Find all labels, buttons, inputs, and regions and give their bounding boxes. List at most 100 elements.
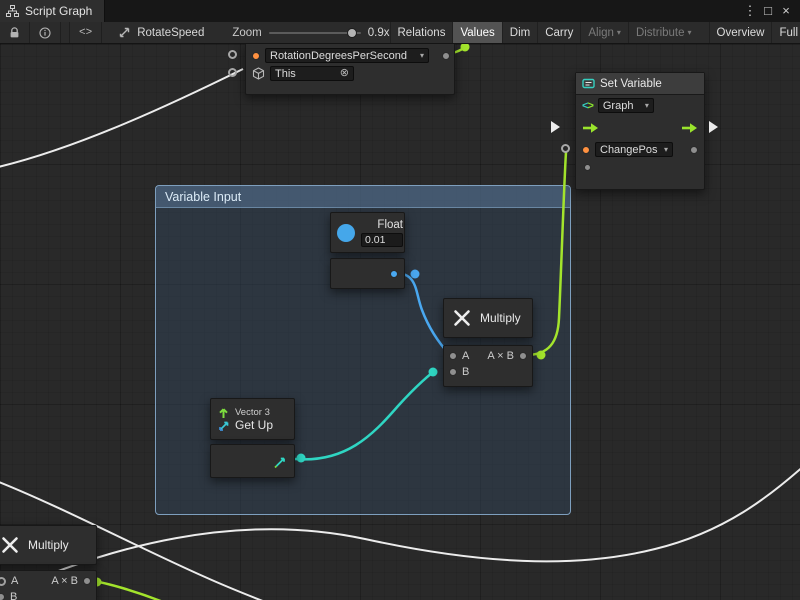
object-picker-icon[interactable]: ⊗ bbox=[340, 68, 349, 79]
carry-button[interactable]: Carry bbox=[537, 22, 580, 43]
node-title: Set Variable bbox=[600, 78, 662, 90]
float-literal-node[interactable]: Float 0.01 bbox=[330, 212, 405, 253]
multiply-icon bbox=[0, 535, 20, 555]
port-row: A A × B bbox=[449, 348, 527, 364]
port-label-b: B bbox=[462, 366, 469, 378]
graph-pointer-icon bbox=[118, 26, 131, 39]
float-node-port-section[interactable] bbox=[330, 258, 405, 289]
toolbar-buttons: Relations Values Dim Carry Align▾ Distri… bbox=[390, 22, 800, 43]
multiply-node-header[interactable]: Multiply bbox=[443, 298, 533, 338]
flow-in-arrow-icon[interactable] bbox=[582, 122, 599, 134]
value-input-port[interactable] bbox=[584, 164, 591, 171]
value-output-port[interactable] bbox=[690, 146, 698, 154]
close-icon[interactable]: × bbox=[778, 1, 794, 21]
multiply-node-2-header[interactable]: Multiply bbox=[0, 525, 97, 565]
dropdown-caret-icon: ▾ bbox=[617, 28, 621, 37]
group-title: Variable Input bbox=[165, 190, 241, 204]
wire-knob bbox=[461, 44, 470, 52]
value-input-row bbox=[576, 159, 704, 175]
node-type-label: Vector 3 bbox=[235, 407, 273, 418]
info-icon bbox=[39, 27, 51, 39]
port-label-result: A × B bbox=[51, 575, 78, 587]
variables-icon: <> bbox=[582, 100, 593, 112]
kebab-menu-icon[interactable]: ⋮ bbox=[742, 1, 758, 21]
vector3-axes-icon bbox=[217, 420, 230, 433]
scope-dropdown[interactable]: Graph ▾ bbox=[598, 98, 654, 113]
dropdown-caret-icon: ▾ bbox=[416, 51, 424, 60]
up-arrow-icon bbox=[217, 406, 230, 419]
input-port-ring[interactable] bbox=[561, 144, 570, 153]
set-variable-node[interactable]: Set Variable <> Graph ▾ ChangePos ▾ bbox=[575, 72, 705, 190]
target-object-field[interactable]: This ⊗ bbox=[270, 66, 354, 81]
code-preview-button[interactable]: <> bbox=[69, 22, 102, 43]
target-row: This ⊗ bbox=[252, 66, 450, 81]
float-value-field[interactable]: 0.01 bbox=[361, 233, 403, 247]
vector3-node-port-section[interactable] bbox=[210, 444, 295, 478]
maximize-icon[interactable]: □ bbox=[760, 1, 776, 21]
flow-out-arrow-icon[interactable] bbox=[681, 122, 698, 134]
node-title: Float bbox=[377, 219, 403, 231]
dim-button[interactable]: Dim bbox=[502, 22, 537, 43]
multiply-icon bbox=[452, 308, 472, 328]
variable-port[interactable] bbox=[252, 52, 260, 60]
zoom-value: 0.9x bbox=[368, 27, 390, 39]
toolbar: <> RotateSpeed Zoom 0.9x Relations Value… bbox=[0, 22, 800, 44]
port-label-a: A bbox=[11, 575, 18, 587]
dropdown-caret-icon: ▾ bbox=[641, 101, 649, 110]
set-variable-icon bbox=[582, 77, 595, 90]
wire-green-bottom bbox=[88, 580, 190, 600]
input-port-b[interactable] bbox=[449, 368, 457, 376]
input-port-a[interactable] bbox=[0, 577, 6, 586]
graph-name-label: RotateSpeed bbox=[137, 27, 204, 39]
flow-input-connector[interactable] bbox=[551, 121, 560, 133]
port-row: B bbox=[0, 589, 91, 600]
value-output-port[interactable] bbox=[442, 52, 450, 60]
values-button[interactable]: Values bbox=[452, 22, 501, 43]
variable-port[interactable] bbox=[582, 146, 590, 154]
flow-row bbox=[576, 116, 704, 140]
output-port-result[interactable] bbox=[83, 577, 91, 585]
window-controls: ⋮ □ × bbox=[742, 1, 800, 21]
multiply-node-ports[interactable]: A A × B B bbox=[443, 345, 533, 387]
input-port-a[interactable] bbox=[449, 352, 457, 360]
port-label-b: B bbox=[10, 591, 17, 600]
multiply-node-2-ports[interactable]: A A × B B bbox=[0, 570, 97, 600]
variable-row: RotationDegreesPerSecond ▾ bbox=[252, 48, 450, 63]
vector3-get-up-node[interactable]: Vector 3 Get Up bbox=[210, 398, 295, 440]
variable-name-dropdown[interactable]: RotationDegreesPerSecond ▾ bbox=[265, 48, 429, 63]
graph-canvas[interactable]: Variable Input RotationDegreesPerSecond … bbox=[0, 44, 800, 600]
tab-title: Script Graph bbox=[25, 4, 92, 18]
vector3-output-port-icon[interactable] bbox=[273, 455, 287, 469]
input-port-ring[interactable] bbox=[228, 68, 237, 77]
node-title: Get Up bbox=[235, 418, 273, 432]
cube-icon bbox=[252, 67, 265, 80]
port-row: A A × B bbox=[0, 573, 91, 589]
dropdown-caret-icon: ▾ bbox=[660, 145, 668, 154]
output-port-result[interactable] bbox=[519, 352, 527, 360]
align-button[interactable]: Align▾ bbox=[580, 22, 628, 43]
lock-icon bbox=[9, 27, 20, 39]
float-output-port[interactable] bbox=[390, 270, 398, 278]
flow-output-connector[interactable] bbox=[709, 121, 718, 133]
dropdown-caret-icon: ▾ bbox=[688, 28, 692, 37]
node-header[interactable]: Set Variable bbox=[576, 73, 704, 95]
variable-name-dropdown[interactable]: ChangePos ▾ bbox=[595, 142, 673, 157]
graph-breadcrumb[interactable]: RotateSpeed bbox=[108, 22, 214, 43]
overview-button[interactable]: Overview bbox=[709, 22, 772, 43]
relations-button[interactable]: Relations bbox=[390, 22, 453, 43]
full-screen-button[interactable]: Full Screen bbox=[771, 22, 800, 43]
lock-button[interactable] bbox=[0, 22, 30, 43]
port-row: B bbox=[449, 364, 527, 380]
input-port-b[interactable] bbox=[0, 593, 5, 600]
distribute-button[interactable]: Distribute▾ bbox=[628, 22, 699, 43]
zoom-handle[interactable] bbox=[347, 28, 357, 38]
scope-row: <> Graph ▾ bbox=[576, 95, 704, 116]
inspect-button[interactable] bbox=[30, 22, 61, 43]
zoom-slider[interactable] bbox=[269, 32, 361, 34]
code-icon: <> bbox=[79, 27, 92, 39]
get-variable-node[interactable]: RotationDegreesPerSecond ▾ This ⊗ bbox=[245, 44, 455, 95]
tab-script-graph[interactable]: Script Graph bbox=[0, 0, 105, 22]
input-port-ring[interactable] bbox=[228, 50, 237, 59]
group-header[interactable]: Variable Input bbox=[156, 186, 570, 208]
zoom-label: Zoom bbox=[232, 27, 261, 39]
